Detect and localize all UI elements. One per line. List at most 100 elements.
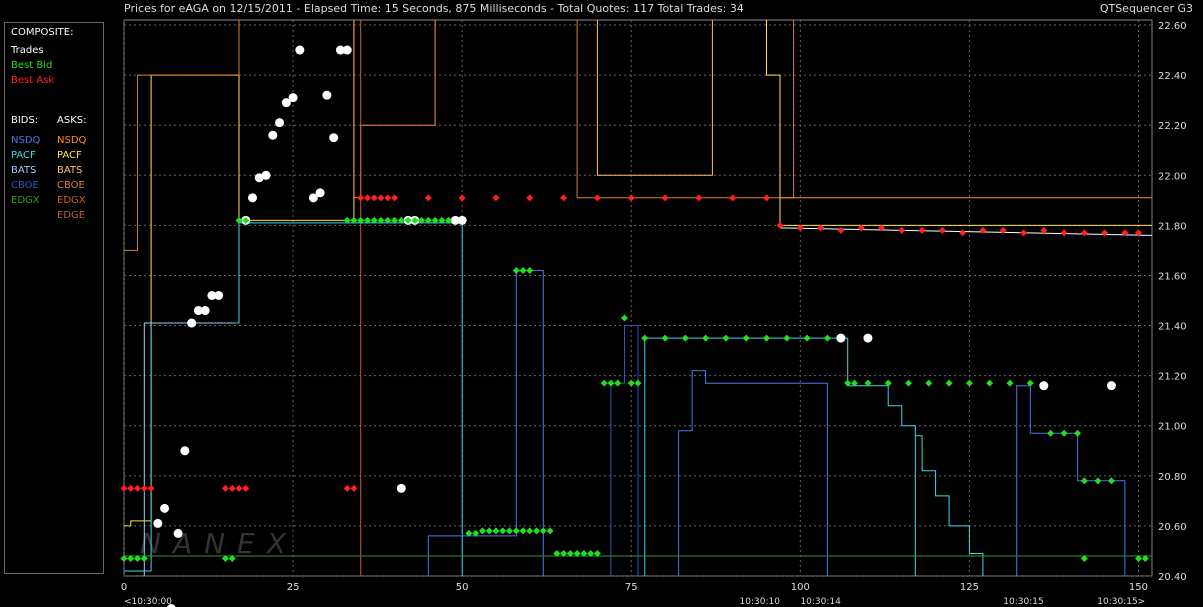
- best-ask-point: [938, 226, 946, 234]
- trade-point: [1039, 381, 1049, 391]
- best-ask-point: [1080, 229, 1088, 237]
- trade-point: [153, 518, 163, 528]
- y-tick-label: 21.00: [1158, 422, 1187, 433]
- time-label: 10:30:15: [1003, 597, 1043, 607]
- best-bid-point: [512, 527, 520, 535]
- time-label: 10:30:10: [740, 597, 781, 607]
- time-label: 10:30:14: [800, 597, 841, 607]
- best-ask-point: [391, 194, 399, 202]
- step-line-bats-ask: [596, 20, 713, 176]
- y-tick-label: 20.60: [1158, 522, 1187, 533]
- best-bid-point: [506, 527, 513, 535]
- best-bid-point: [627, 379, 635, 387]
- best-bid-point: [1047, 429, 1055, 437]
- y-tick-label: 22.60: [1158, 21, 1187, 32]
- step-line-nsdq-bid-2: [678, 370, 828, 576]
- y-tick-label: 20.40: [1158, 572, 1187, 583]
- best-bid-point: [620, 314, 628, 322]
- best-ask-point: [147, 484, 155, 492]
- best-bid-point: [519, 527, 527, 535]
- y-tick-label: 20.80: [1158, 472, 1187, 483]
- best-bid-point: [519, 266, 527, 274]
- step-line-cboe-bid: [610, 325, 639, 576]
- best-bid-point: [1107, 477, 1115, 485]
- best-ask-point: [729, 194, 737, 202]
- best-bid-point: [526, 527, 534, 535]
- best-ask-point: [377, 194, 385, 202]
- best-ask-point: [979, 226, 987, 234]
- best-ask-point: [350, 484, 358, 492]
- trade-point: [457, 215, 467, 225]
- best-ask-point: [424, 194, 432, 202]
- best-ask-point: [898, 226, 906, 234]
- best-ask-point: [627, 194, 635, 202]
- best-ask-point: [837, 226, 845, 234]
- best-bid-point: [492, 527, 500, 535]
- trade-point: [322, 90, 332, 100]
- trade-point: [187, 318, 197, 328]
- best-ask-point: [120, 484, 128, 492]
- best-bid-point: [1060, 429, 1068, 437]
- best-ask-point: [235, 484, 243, 492]
- y-tick-label: 21.60: [1158, 271, 1187, 282]
- step-line-cboe-ask: [124, 20, 240, 251]
- step-line-pacf-bid-3: [915, 435, 984, 576]
- best-ask-point: [560, 194, 568, 202]
- step-line-pacf-ask-late: [766, 20, 1152, 226]
- x-tick-label: 75: [625, 582, 638, 593]
- best-bid-point: [925, 379, 933, 387]
- step-line-pacf-bid-2: [644, 337, 916, 576]
- best-bid-point: [661, 334, 669, 342]
- best-bid-point: [681, 334, 689, 342]
- best-ask-point: [384, 194, 392, 202]
- y-tick-label: 21.20: [1158, 372, 1187, 383]
- trade-point: [180, 446, 190, 456]
- trade-point: [1106, 381, 1116, 391]
- best-ask-point: [526, 194, 534, 202]
- x-tick-label: 50: [456, 582, 469, 593]
- best-bid-point: [763, 334, 770, 342]
- best-bid-point: [634, 379, 642, 387]
- best-bid-point: [742, 334, 750, 342]
- x-tick-label: 0: [121, 582, 127, 593]
- x-tick-label: 125: [960, 582, 979, 593]
- best-ask-point: [695, 194, 703, 202]
- best-bid-point: [546, 527, 554, 535]
- best-ask-point: [959, 229, 967, 237]
- best-ask-point: [1020, 229, 1027, 237]
- best-ask-point: [1101, 229, 1109, 237]
- time-label: <10:30:00: [124, 597, 172, 607]
- best-bid-point: [607, 379, 615, 387]
- trade-point: [214, 290, 224, 300]
- best-ask-point: [661, 194, 669, 202]
- best-bid-point: [905, 379, 913, 387]
- best-ask-point: [343, 484, 351, 492]
- step-line-composite-ask: [779, 227, 1153, 236]
- best-bid-point: [823, 334, 831, 342]
- best-ask-point: [140, 484, 148, 492]
- trade-point: [275, 118, 285, 128]
- best-ask-point: [918, 226, 926, 234]
- trade-point: [200, 306, 210, 316]
- best-bid-point: [965, 379, 973, 387]
- best-bid-point: [1006, 379, 1014, 387]
- step-line-nsdq-bid: [427, 270, 544, 576]
- trade-point: [836, 333, 846, 343]
- best-ask-point: [763, 194, 770, 202]
- best-bid-point: [526, 266, 534, 274]
- best-bid-point: [1080, 477, 1088, 485]
- best-ask-point: [134, 484, 142, 492]
- y-tick-label: 22.40: [1158, 71, 1187, 82]
- best-bid-point: [1074, 429, 1082, 437]
- best-bid-point: [485, 527, 493, 535]
- best-bid-point: [614, 379, 622, 387]
- y-tick-label: 22.00: [1158, 171, 1187, 182]
- best-bid-point: [641, 334, 649, 342]
- trade-point: [160, 503, 170, 513]
- best-bid-point: [702, 334, 710, 342]
- price-chart: NANEX 20.40 20.60 20.80 21.00 21.20 21.40 21.60…: [120, 19, 1187, 607]
- best-ask-point: [492, 194, 500, 202]
- trade-point: [173, 528, 183, 538]
- best-bid-point: [600, 379, 608, 387]
- x-tick-label: 25: [287, 582, 300, 593]
